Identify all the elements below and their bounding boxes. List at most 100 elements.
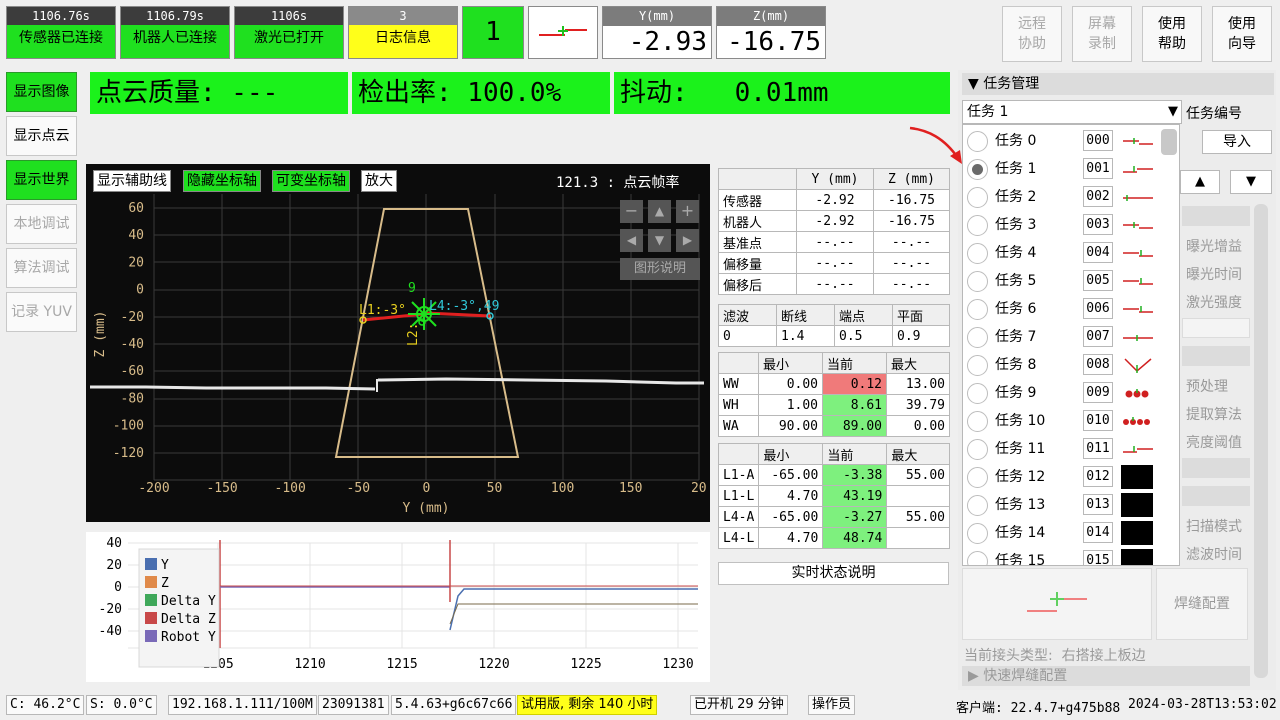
task-list-item[interactable]: 任务 4 004	[963, 239, 1163, 267]
coord-h0	[718, 168, 797, 190]
local-debug-button[interactable]: 本地调试	[6, 204, 77, 244]
table-row: L4-A -65.00 -3.27 55.00	[717, 506, 950, 528]
history-x-tick: 1225	[570, 657, 601, 672]
task-list-item[interactable]: 任务 3 003	[963, 211, 1163, 239]
table-row: WH 1.00 8.61 39.79	[718, 394, 950, 416]
task-list-item[interactable]: 任务 15 015	[963, 547, 1163, 565]
side-label-preprocess: 预处理	[1186, 379, 1228, 395]
pan-down-icon[interactable]: ▼	[648, 229, 671, 252]
y-tick-label: -60	[121, 364, 144, 379]
task-list-scrollbar[interactable]	[1161, 129, 1177, 155]
wizard-button[interactable]: 使用 向导	[1212, 6, 1272, 62]
move-up-icon[interactable]: ▲	[1180, 170, 1220, 194]
move-down-icon[interactable]: ▼	[1230, 170, 1272, 194]
import-button[interactable]: 导入	[1202, 130, 1272, 154]
legend-info-button[interactable]: 图形说明	[620, 258, 700, 280]
task-list-item[interactable]: 任务 12 012	[963, 463, 1163, 491]
side-label-exposure-time: 曝光时间	[1186, 267, 1242, 283]
record-yuv-button[interactable]: 记录 YUV	[6, 292, 77, 332]
x-tick-label: 20	[691, 481, 707, 496]
task-list-item[interactable]: 任务 10 010	[963, 407, 1163, 435]
uptime: 已开机 29 分钟	[690, 695, 788, 715]
history-x-tick: 1215	[386, 657, 417, 672]
realtime-status-button[interactable]: 实时状态说明	[718, 562, 949, 585]
detection-rate: 检出率: 100.0%	[352, 72, 610, 114]
task-list-item[interactable]: 任务 5 005	[963, 267, 1163, 295]
sensor-status-label: 传感器已连接	[19, 30, 103, 46]
history-chart: 40200-20-40 120512101215122012251230 YZD…	[86, 532, 710, 682]
show-world-button[interactable]: 显示世界	[6, 160, 77, 200]
task-radio[interactable]	[967, 215, 988, 236]
task-list-item[interactable]: 任务 11 011	[963, 435, 1163, 463]
pan-left-icon[interactable]: ◀	[620, 229, 643, 252]
task-code: 013	[1083, 494, 1113, 515]
task-radio[interactable]	[967, 551, 988, 565]
show-image-button[interactable]: 显示图像	[6, 72, 77, 112]
screen-record-button[interactable]: 屏幕 录制	[1072, 6, 1132, 62]
show-pointcloud-button[interactable]: 显示点云	[6, 116, 77, 156]
pan-right-icon[interactable]: ▶	[676, 229, 699, 252]
task-list-item[interactable]: 任务 1 001	[963, 155, 1163, 183]
firmware-version: 5.4.63+g6c67c66	[391, 695, 517, 715]
sensor-status-tile: 1106.76s 传感器已连接	[6, 6, 116, 59]
zoom-in-icon[interactable]: +	[676, 200, 699, 223]
history-x-tick: 1210	[294, 657, 325, 672]
task-radio[interactable]	[967, 355, 988, 376]
task-list-item[interactable]: 任务 7 007	[963, 323, 1163, 351]
task-radio[interactable]	[967, 327, 988, 348]
task-radio[interactable]	[967, 243, 988, 264]
quick-weld-section[interactable]: ▶ 快速焊缝配置	[962, 666, 1250, 686]
task-code: 004	[1083, 242, 1113, 263]
task-list-item[interactable]: 任务 6 006	[963, 295, 1163, 323]
section-field	[1182, 318, 1250, 338]
weld-config-button[interactable]: 焊缝配置	[1156, 568, 1248, 640]
section-header-2	[1182, 346, 1250, 366]
task-panel-header[interactable]: ▼ 任务管理	[962, 73, 1274, 95]
roi-trapezoid	[334, 208, 520, 458]
help-button[interactable]: 使用 帮助	[1142, 6, 1202, 62]
user-role[interactable]: 操作员	[808, 695, 856, 715]
laser-time: 1106s	[235, 7, 343, 25]
task-radio[interactable]	[967, 467, 988, 488]
task-radio[interactable]	[967, 159, 988, 180]
y-tick-label: 60	[128, 201, 144, 216]
task-list-item[interactable]: 任务 13 013	[963, 491, 1163, 519]
log-info-tile[interactable]: 3 日志信息	[348, 6, 458, 59]
task-radio[interactable]	[967, 495, 988, 516]
history-trace-z	[449, 603, 698, 625]
task-list-item[interactable]: 任务 8 008	[963, 351, 1163, 379]
plot-canvas: L1:-3° L4:-3°,49 9 L2: 60 40 20 0 -20 -40 -60 -…	[90, 194, 707, 516]
task-radio[interactable]	[967, 187, 988, 208]
task-list-item[interactable]: 任务 14 014	[963, 519, 1163, 547]
pan-up-icon[interactable]: ▲	[648, 200, 671, 223]
remote-assist-button[interactable]: 远程 协助	[1002, 6, 1062, 62]
task-radio[interactable]	[967, 131, 988, 152]
panel-scrollbar[interactable]	[1254, 204, 1268, 678]
task-radio[interactable]	[967, 299, 988, 320]
algo-debug-button[interactable]: 算法调试	[6, 248, 77, 288]
joint-thumbnail-icon	[1121, 157, 1155, 181]
pointcloud-plot[interactable]: 显示辅助线 隐藏坐标轴 可变坐标轴 放大 121.3 : 点云帧率 L1:-3°…	[86, 164, 710, 522]
task-code: 008	[1083, 354, 1113, 375]
task-list-item[interactable]: 任务 9 009	[963, 379, 1163, 407]
task-list-item[interactable]: 任务 0 000	[963, 127, 1163, 155]
task-number-display: 1	[462, 6, 524, 59]
joint-type-label: 当前接头类型: 右搭接上板边	[964, 648, 1146, 664]
y-tick-label: -20	[121, 310, 144, 325]
x-tick-label: 150	[619, 481, 642, 496]
side-label-extract-algo: 提取算法	[1186, 407, 1242, 423]
task-select[interactable]: 任务 1 ▼	[962, 100, 1182, 124]
task-radio[interactable]	[967, 383, 988, 404]
y-readout: Y(mm) -2.93	[602, 6, 712, 59]
task-radio[interactable]	[967, 411, 988, 432]
task-radio[interactable]	[967, 523, 988, 544]
task-dropdown-list[interactable]: 任务 0 000 任务 1 001 任务 2 002 任务 3 003 任务 4 004 任务 5 0…	[962, 124, 1180, 566]
section-header-1	[1182, 206, 1250, 226]
table-row: 0 1.4 0.5 0.9	[718, 325, 950, 347]
task-radio[interactable]	[967, 439, 988, 460]
task-radio[interactable]	[967, 271, 988, 292]
task-code: 007	[1083, 326, 1113, 347]
zoom-out-icon[interactable]: −	[620, 200, 643, 223]
task-list-item[interactable]: 任务 2 002	[963, 183, 1163, 211]
task-label: 任务 4	[995, 245, 1037, 261]
